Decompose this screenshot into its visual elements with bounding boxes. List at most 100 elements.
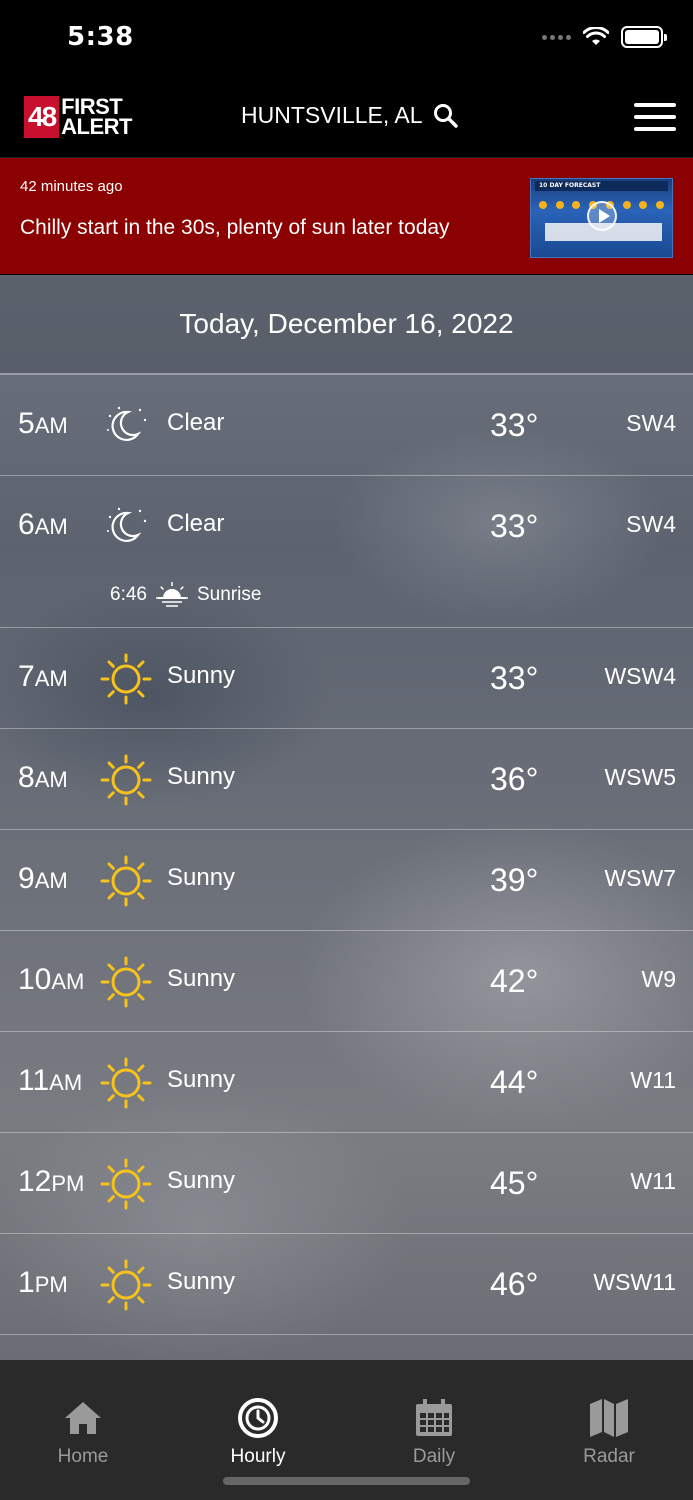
date-header: Today, December 16, 2022 — [0, 275, 693, 375]
hour-temperature: 42° — [490, 963, 539, 999]
hour-condition: Sunny — [167, 1167, 236, 1194]
hour-row[interactable]: 8AM Sunny 36° WSW5 — [0, 729, 693, 830]
status-bar: 5:38 — [0, 0, 693, 80]
hour-row[interactable]: 1PM Sunny 46° WSW11 — [0, 1234, 693, 1335]
hour-temperature: 33° — [490, 508, 539, 544]
hour-ampm: AM — [34, 514, 68, 539]
logo-text: FIRST ALERT — [61, 96, 132, 139]
hour-ampm: AM — [51, 969, 85, 994]
hour-wind: W11 — [630, 1067, 676, 1093]
hourly-forecast: Today, December 16, 2022 5AM Clear 33° SW4 6… — [0, 275, 693, 1360]
tab-hourly-label: Hourly — [230, 1446, 286, 1467]
status-icons — [542, 26, 667, 48]
hour-label: 6AM — [18, 508, 68, 542]
hour-list: 5AM Clear 33° SW4 6AM Clear 33° SW4 6:46 Sunrise 7… — [0, 375, 693, 1335]
hour-number: 8 — [18, 761, 35, 794]
sun-icon — [100, 855, 152, 907]
thumbnail-title: 10 DAY FORECAST — [535, 181, 668, 191]
calendar-icon — [416, 1399, 452, 1436]
logo-line-2: ALERT — [61, 114, 132, 139]
hour-label: 10AM — [18, 963, 84, 997]
sunrise-label: Sunrise — [196, 584, 262, 605]
app-header: 48 FIRST ALERT HUNTSVILLE, AL — [0, 80, 693, 158]
hour-temperature: 33° — [490, 660, 539, 696]
hour-condition: Sunny — [167, 1268, 236, 1295]
hour-temperature: 44° — [490, 1064, 539, 1100]
station-logo[interactable]: 48 FIRST ALERT — [24, 94, 132, 140]
tab-hourly[interactable]: Hourly — [198, 1396, 318, 1468]
hour-temperature: 39° — [490, 862, 539, 898]
hour-row[interactable]: 11AM Sunny 44° W11 — [0, 1032, 693, 1133]
hamburger-menu-icon[interactable] — [634, 100, 676, 134]
hour-number: 5 — [18, 407, 35, 440]
hour-label: 1PM — [18, 1266, 68, 1300]
sun-icon — [100, 1057, 152, 1109]
hour-wind: WSW11 — [593, 1269, 676, 1295]
logo-number: 48 — [24, 96, 60, 138]
hour-label: 8AM — [18, 761, 68, 795]
map-icon — [590, 1399, 628, 1437]
hour-temperature: 36° — [490, 761, 539, 797]
tab-radar[interactable]: Radar — [549, 1396, 669, 1468]
hour-condition: Sunny — [167, 1066, 236, 1093]
forecast-alert-banner[interactable]: 42 minutes ago Chilly start in the 30s, … — [0, 158, 693, 274]
hour-number: 1 — [18, 1266, 35, 1299]
hour-temperature: 33° — [490, 407, 539, 443]
hour-row[interactable]: 9AM Sunny 39° WSW7 — [0, 830, 693, 931]
hour-label: 11AM — [18, 1064, 82, 1098]
hour-row[interactable]: 5AM Clear 33° SW4 — [0, 375, 693, 476]
sun-icon — [100, 754, 152, 806]
hour-wind: W9 — [641, 966, 677, 992]
hour-ampm: PM — [34, 1272, 68, 1297]
tab-daily[interactable]: Daily — [374, 1396, 494, 1468]
tab-radar-label: Radar — [583, 1446, 635, 1467]
hour-temperature: 45° — [490, 1165, 539, 1201]
sunrise-icon — [155, 578, 189, 612]
hour-row[interactable]: 7AM Sunny 33° WSW4 — [0, 628, 693, 729]
hour-ampm: AM — [34, 767, 68, 792]
tab-home[interactable]: Home — [23, 1396, 143, 1468]
hour-condition: Sunny — [167, 763, 236, 790]
clock-icon — [238, 1398, 278, 1438]
hour-condition: Clear — [167, 409, 225, 436]
hour-label: 7AM — [18, 660, 68, 694]
hour-number: 7 — [18, 660, 35, 693]
hour-label: 12PM — [18, 1165, 84, 1199]
sun-icon — [100, 1259, 152, 1311]
hour-wind: WSW7 — [604, 865, 676, 891]
hour-condition: Sunny — [167, 864, 236, 891]
hour-row[interactable]: 10AM Sunny 42° W9 — [0, 931, 693, 1032]
hour-ampm: PM — [51, 1171, 85, 1196]
sunrise-time: 6:46 — [110, 584, 147, 605]
location-label: HUNTSVILLE, AL — [241, 102, 423, 128]
hour-row[interactable]: 6AM Clear 33° SW4 6:46 Sunrise — [0, 476, 693, 628]
hour-wind: SW4 — [626, 511, 676, 537]
sunrise-event: 6:46 Sunrise — [110, 578, 261, 612]
home-icon — [65, 1402, 101, 1434]
video-thumbnail[interactable]: 10 DAY FORECAST — [530, 178, 673, 258]
hour-condition: Clear — [167, 510, 225, 537]
hour-ampm: AM — [34, 868, 68, 893]
hour-row[interactable]: 12PM Sunny 45° W11 — [0, 1133, 693, 1234]
wifi-icon — [583, 27, 609, 45]
alert-headline: Chilly start in the 30s, plenty of sun l… — [20, 216, 450, 239]
hour-wind: WSW5 — [604, 764, 676, 790]
hour-wind: SW4 — [626, 410, 676, 436]
moon-icon — [100, 400, 152, 452]
hour-label: 9AM — [18, 862, 68, 896]
search-icon[interactable] — [433, 103, 459, 129]
hour-label: 5AM — [18, 407, 68, 441]
hour-temperature: 46° — [490, 1266, 539, 1302]
status-time: 5:38 — [67, 22, 134, 52]
hour-wind: WSW4 — [604, 663, 676, 689]
play-icon[interactable] — [587, 201, 617, 231]
hour-number: 6 — [18, 508, 35, 541]
battery-icon — [621, 26, 667, 48]
sun-icon — [100, 956, 152, 1008]
hour-number: 11 — [18, 1064, 50, 1097]
hour-number: 9 — [18, 862, 35, 895]
moon-icon — [100, 501, 152, 553]
tab-daily-label: Daily — [412, 1446, 456, 1467]
sun-icon — [100, 653, 152, 705]
location-selector[interactable]: HUNTSVILLE, AL — [241, 102, 459, 129]
